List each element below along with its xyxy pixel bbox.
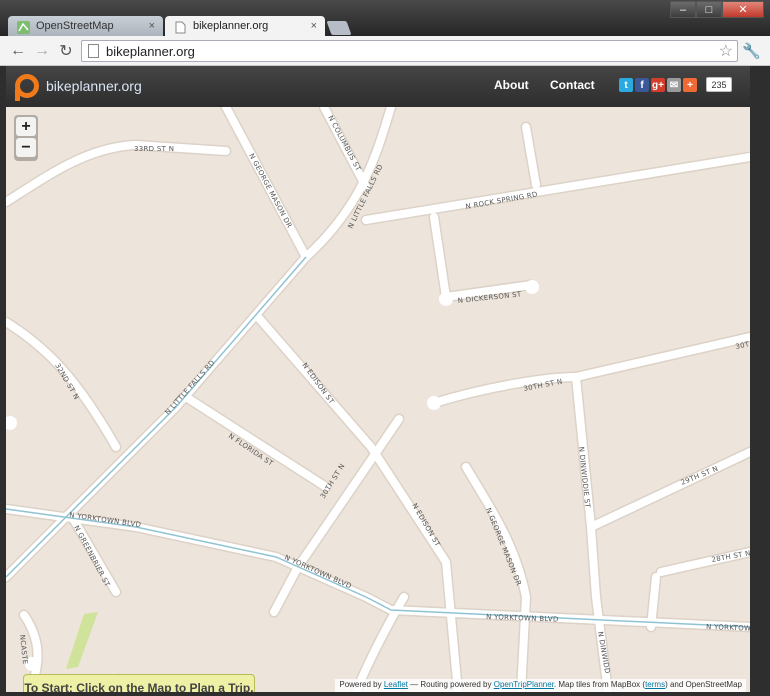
nav-about[interactable]: About [494, 78, 529, 92]
tab-openstreetmap[interactable]: OpenStreetMap × [8, 16, 163, 38]
terms-link[interactable]: terms [645, 680, 665, 689]
zoom-out-button[interactable]: − [16, 138, 36, 157]
minimize-button[interactable]: – [670, 1, 696, 18]
maximize-button[interactable]: □ [696, 1, 722, 18]
tab-bikeplanner[interactable]: bikeplanner.org × [165, 16, 325, 38]
googleplus-icon[interactable]: g+ [651, 78, 665, 92]
label-33rd-st: 33RD ST N [134, 145, 174, 153]
map-canvas[interactable]: 33RD ST N N GEORGE MASON DR N COLUMBUS S… [6, 107, 750, 692]
email-icon[interactable]: ✉ [667, 78, 681, 92]
browser-window: OpenStreetMap × bikeplanner.org × – □ ✕ … [0, 0, 770, 696]
nav-contact[interactable]: Contact [550, 78, 595, 92]
share-count: 235 [706, 77, 732, 92]
url-text[interactable]: bikeplanner.org [106, 44, 195, 59]
tab-close-icon[interactable]: × [311, 20, 317, 32]
wrench-menu-icon[interactable]: 🔧 [742, 42, 761, 60]
label-yorktown-far: N YORKTOW [706, 623, 750, 633]
logo-tail [15, 89, 20, 101]
osm-favicon-icon [17, 21, 30, 34]
twitter-icon[interactable]: t [619, 78, 633, 92]
facebook-icon[interactable]: f [635, 78, 649, 92]
reload-icon[interactable]: ↻ [56, 41, 76, 61]
start-hint: To Start: Click on the Map to Plan a Tri… [23, 674, 255, 692]
forward-arrow-icon[interactable]: → [32, 41, 52, 61]
tab-close-icon[interactable]: × [149, 20, 155, 32]
page-favicon-icon [175, 21, 186, 34]
window-frame-right [750, 66, 770, 696]
close-window-button[interactable]: ✕ [722, 1, 764, 18]
title-bar: OpenStreetMap × bikeplanner.org × – □ ✕ [0, 0, 770, 38]
brand-name[interactable]: bikeplanner.org [46, 78, 142, 94]
attribution-tiles: . Map tiles from MapBox ( [553, 680, 646, 689]
new-tab-button[interactable] [326, 21, 352, 35]
tab-title: OpenStreetMap [36, 20, 114, 32]
page-icon [88, 44, 99, 58]
address-bar[interactable]: bikeplanner.org ☆ [81, 40, 738, 62]
window-frame-bottom [0, 692, 770, 696]
attribution-routing: — Routing powered by [410, 680, 492, 689]
zoom-in-button[interactable]: + [16, 117, 36, 136]
addthis-icon[interactable]: + [683, 78, 697, 92]
browser-toolbar: ← → ↻ bikeplanner.org ☆ 🔧 [0, 36, 770, 66]
bookmark-star-icon[interactable]: ☆ [719, 41, 733, 61]
leaflet-link[interactable]: Leaflet [384, 680, 408, 689]
attribution-prefix: Powered by [339, 680, 382, 689]
attribution-suffix: ) and OpenStreetMap [665, 680, 742, 689]
map-attribution: Powered by Leaflet — Routing powered by … [335, 679, 746, 692]
opentripplanner-link[interactable]: OpenTripPlanner [494, 680, 554, 689]
zoom-control: + − [14, 115, 38, 161]
window-controls: – □ ✕ [670, 1, 764, 18]
back-arrow-icon[interactable]: ← [8, 41, 28, 61]
tab-title: bikeplanner.org [193, 20, 269, 32]
page-viewport: bikeplanner.org About Contact t f g+ ✉ +… [6, 66, 750, 692]
map[interactable]: 33RD ST N N GEORGE MASON DR N COLUMBUS S… [6, 107, 750, 692]
site-header: bikeplanner.org About Contact t f g+ ✉ +… [6, 66, 750, 107]
